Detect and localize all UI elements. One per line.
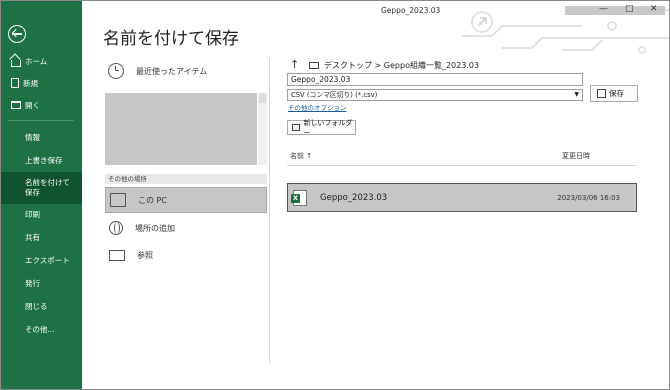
sidebar-item-label: 印刷 (25, 209, 40, 219)
sidebar-item-publish[interactable]: 発行 (0, 276, 82, 290)
sidebar-item-label: 発行 (25, 278, 40, 288)
location-label: 場所の追加 (135, 223, 175, 233)
location-browse[interactable]: 参照 (105, 242, 267, 268)
new-folder-icon (292, 124, 301, 131)
sidebar-item-label: 情報 (25, 132, 40, 142)
minimize-button[interactable]: — (599, 4, 608, 14)
back-arrow-icon[interactable] (8, 25, 26, 43)
close-button[interactable]: ✕ (650, 4, 658, 14)
location-label: 参照 (137, 250, 153, 260)
more-options-link[interactable]: その他のオプション (288, 102, 347, 112)
window-title: Geppo_2023.03 (381, 6, 441, 15)
sidebar-item-export[interactable]: エクスポート (0, 253, 82, 267)
chevron-down-icon: ▼ (574, 91, 579, 98)
recent-thumbnail-placeholder (105, 93, 257, 165)
pc-icon (110, 193, 126, 207)
other-locations-header: その他の場所 (105, 174, 267, 184)
header-divider (287, 165, 637, 166)
scrollbar[interactable] (258, 93, 267, 165)
folder-icon (109, 249, 125, 261)
excel-file-icon-letter: X (291, 193, 300, 203)
location-this-pc[interactable]: この PC (105, 187, 267, 213)
sidebar-item-label: ホーム (25, 56, 48, 66)
recent-items-label: 最近使ったアイテム (136, 66, 208, 76)
open-folder-icon (11, 101, 21, 109)
sidebar-item-save[interactable]: 上書き保存 (0, 153, 82, 167)
new-folder-button[interactable]: 新しいフォルダー (287, 118, 356, 137)
page-title: 名前を付けて保存 (103, 29, 239, 49)
sidebar-item-label: 閉じる (25, 301, 48, 311)
file-modified-date: 2023/03/06 16:03 (557, 193, 620, 202)
new-folder-label: 新しいフォルダー (303, 118, 353, 137)
sidebar-item-label: 開く (25, 100, 40, 110)
sidebar-item-share[interactable]: 共有 (0, 230, 82, 244)
filetype-value: CSV (コンマ区切り) (*.csv) (291, 91, 378, 99)
filetype-select[interactable]: CSV (コンマ区切り) (*.csv) ▼ (287, 89, 583, 101)
globe-icon (109, 221, 123, 235)
sidebar-item-home[interactable]: ホーム (0, 54, 82, 68)
column-divider (269, 58, 270, 363)
sidebar-item-open[interactable]: 開く (0, 98, 82, 112)
sidebar-item-save-as[interactable]: 名前を付けて保存 (0, 172, 82, 204)
sidebar-item-label: その他... (25, 324, 55, 334)
location-add-place[interactable]: 場所の追加 (105, 215, 267, 241)
sidebar-item-close[interactable]: 閉じる (0, 299, 82, 313)
save-icon (597, 89, 606, 98)
sidebar-divider (8, 120, 74, 121)
filename-input[interactable]: Geppo_2023.03 (287, 73, 583, 86)
title-bar: Geppo_2023.03 — □ ✕ (82, 0, 670, 54)
save-button[interactable]: 保存 (590, 85, 638, 102)
clock-icon (108, 63, 124, 79)
home-icon (11, 59, 21, 67)
sidebar-item-label: エクスポート (25, 255, 70, 265)
file-name: Geppo_2023.03 (320, 192, 388, 203)
breadcrumb-path: デスクトップ > Geppo組織一覧_2023.03 (324, 61, 480, 70)
file-list-item[interactable]: X Geppo_2023.03 2023/03/06 16:03 (287, 183, 637, 212)
maximize-button[interactable]: □ (625, 4, 634, 14)
sidebar-item-label: 新規 (23, 78, 38, 88)
sidebar-item-more[interactable]: その他... (0, 322, 82, 336)
recent-items-link[interactable]: 最近使ったアイテム (108, 63, 207, 79)
new-document-icon (11, 78, 19, 88)
location-label: この PC (138, 195, 167, 205)
sidebar-item-label: 名前を付けて保存 (25, 178, 70, 197)
scrollbar-thumb[interactable] (259, 93, 266, 103)
sidebar-item-label: 上書き保存 (25, 155, 63, 165)
sidebar-item-info[interactable]: 情報 (0, 130, 82, 144)
backstage-sidebar: ホーム 新規 開く 情報 上書き保存 名前を付けて保存 印刷 共有 エクスポート… (0, 0, 82, 390)
up-arrow-icon[interactable]: ↑ (290, 58, 299, 71)
sidebar-item-new[interactable]: 新規 (0, 76, 82, 90)
sidebar-item-label: 共有 (25, 232, 40, 242)
save-button-label: 保存 (609, 89, 624, 98)
breadcrumb[interactable]: デスクトップ > Geppo組織一覧_2023.03 (309, 60, 479, 71)
folder-icon (309, 62, 319, 69)
column-header-modified[interactable]: 変更日時 (562, 151, 590, 161)
sidebar-item-print[interactable]: 印刷 (0, 207, 82, 221)
excel-file-icon: X (291, 189, 307, 206)
column-header-name[interactable]: 名前 ↑ (290, 151, 312, 161)
